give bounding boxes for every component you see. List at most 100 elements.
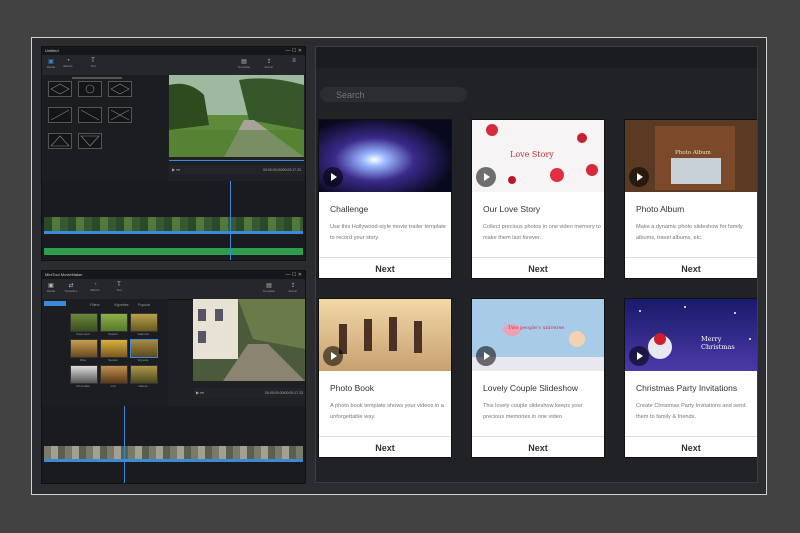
transition-dissolve[interactable]: [108, 81, 132, 97]
search-input[interactable]: [320, 87, 467, 102]
editor-window-bottom: MiniTool MovieMaker — ☐ ✕ ▣ Media ⇄ Transi…: [41, 270, 306, 484]
video-preview[interactable]: [169, 75, 304, 157]
template-description: Create Christmas Party Invitations and s…: [636, 403, 746, 420]
size-slider[interactable]: [72, 77, 122, 79]
filter-thumb[interactable]: [130, 313, 158, 332]
template-title: Our Love Story: [483, 204, 541, 214]
next-button[interactable]: Next: [472, 436, 604, 457]
window-title: MiniTool MovieMaker: [45, 272, 83, 277]
template-description: A photo book template shows your videos …: [330, 403, 444, 420]
popular-tab[interactable]: Popular: [138, 303, 150, 307]
window-controls[interactable]: — ☐ ✕: [286, 271, 302, 279]
play-icon[interactable]: [476, 346, 496, 366]
transition-dissolve3[interactable]: [78, 107, 102, 123]
text-tab[interactable]: T Text: [86, 58, 100, 68]
editor-toolbar: ▣ Media ⇄ Transition ◔ Effects T Text ▤ Templ…: [42, 279, 305, 300]
template-card-lovely-couple-slideshow[interactable]: Two people's universe Lovely Couple Slid…: [471, 298, 605, 458]
play-icon[interactable]: ▶: [172, 167, 175, 172]
skip-icon[interactable]: ⏭: [176, 167, 180, 172]
clip-selection-bar: [44, 459, 303, 462]
filter-thumb[interactable]: [70, 313, 98, 332]
window-controls[interactable]: — ☐ ✕: [286, 47, 302, 55]
filters-tab[interactable]: Filters: [90, 303, 100, 307]
play-icon[interactable]: [323, 167, 343, 187]
template-card-christmas-party-invitations[interactable]: Merry Christmas Christmas Party Invitati…: [624, 298, 757, 458]
template-panel: Challenge Use this Hollywood-style movie…: [315, 46, 758, 483]
menu-icon: ≡: [292, 58, 296, 64]
media-tab[interactable]: ▣ Media: [44, 58, 58, 69]
transition-dissolve4[interactable]: [108, 107, 132, 123]
template-card-our-love-story[interactable]: Love Story Our Love Story Collect precio…: [471, 119, 605, 279]
filter-thumb[interactable]: [130, 365, 158, 384]
template-title: Christmas Party Invitations: [636, 383, 738, 393]
transition-dissolve6[interactable]: [78, 133, 102, 149]
audio-track[interactable]: [44, 248, 303, 255]
play-icon[interactable]: [629, 167, 649, 187]
progress-bar[interactable]: [169, 160, 304, 161]
transition-fade[interactable]: [48, 81, 72, 97]
template-title: Photo Album: [636, 204, 685, 214]
template-card-photo-album[interactable]: Photo Album Photo Album Make a dynamic p…: [624, 119, 757, 279]
editor-toolbar: ▣ Media ◔ Effects T Text ▤ Template ⇪ Export …: [42, 55, 305, 76]
vignettes-tab[interactable]: Vignettes: [114, 303, 129, 307]
playhead[interactable]: [124, 406, 125, 483]
template-button[interactable]: ▤ Template: [237, 58, 251, 69]
template-description: This lovely couple slideshow keeps your …: [483, 403, 583, 420]
text-tab[interactable]: T Text: [112, 282, 126, 292]
export-button[interactable]: ⇪ Export: [262, 58, 276, 69]
template-description: Collect precious photos in one video mem…: [483, 224, 601, 241]
title-bar: Untitled — ☐ ✕: [42, 47, 305, 55]
video-track[interactable]: [44, 217, 303, 231]
template-description: Use this Hollywood-style movie trailer t…: [330, 224, 446, 241]
skip-icon[interactable]: ⏭: [200, 390, 204, 395]
next-button[interactable]: Next: [625, 436, 757, 457]
thumbnail-caption: Love Story: [510, 150, 554, 159]
media-tab[interactable]: ▣ Media: [44, 282, 58, 293]
thumbnail-caption: Two people's universe: [508, 325, 565, 331]
filter-thumb[interactable]: [70, 365, 98, 384]
template-card-photo-book[interactable]: Photo Book A photo book template shows y…: [318, 298, 452, 458]
template-button[interactable]: ▤ Template: [262, 282, 276, 293]
template-description: Make a dynamic photo slideshow for famil…: [636, 224, 743, 241]
menu-button[interactable]: ≡: [287, 58, 301, 64]
video-preview[interactable]: [193, 299, 305, 381]
timeline: [42, 181, 305, 260]
filter-thumb[interactable]: [100, 313, 128, 332]
effects-tab[interactable]: ◔ Effects: [88, 282, 102, 292]
template-title: Lovely Couple Slideshow: [483, 383, 578, 393]
timecode: 00:00:00.00/00:00:17.23: [265, 391, 303, 395]
play-icon[interactable]: ▶: [196, 390, 199, 395]
filter-thumb[interactable]: [100, 365, 128, 384]
template-title: Photo Book: [330, 383, 374, 393]
play-icon[interactable]: [323, 346, 343, 366]
transition-dissolve5[interactable]: [48, 133, 72, 149]
play-icon[interactable]: [629, 346, 649, 366]
player-controls: ▶ ⏭ 00:00:00.00/00:00:17.23: [193, 388, 305, 398]
next-button[interactable]: Next: [472, 257, 604, 278]
thumbnail-caption: Merry Christmas: [701, 335, 735, 351]
next-button[interactable]: Next: [319, 436, 451, 457]
category-selected[interactable]: [44, 301, 66, 306]
next-button[interactable]: Next: [625, 257, 757, 278]
play-icon[interactable]: [476, 167, 496, 187]
template-card-challenge[interactable]: Challenge Use this Hollywood-style movie…: [318, 119, 452, 279]
timecode: 00:00:00.00/00:00:17.23: [263, 168, 301, 172]
editor-window-top: Untitled — ☐ ✕ ▣ Media ◔ Effects T Text ▤ Te…: [41, 46, 306, 261]
panel-header: [316, 47, 757, 68]
transition-circle[interactable]: [78, 81, 102, 97]
clip-selection-bar: [44, 231, 303, 234]
playhead[interactable]: [230, 181, 231, 260]
video-track[interactable]: [44, 446, 303, 459]
transition-dissolve2[interactable]: [48, 107, 72, 123]
export-button[interactable]: ⇪ Export: [286, 282, 300, 293]
filter-thumb[interactable]: [100, 339, 128, 358]
template-title: Challenge: [330, 204, 369, 214]
filter-thumb-selected[interactable]: [130, 339, 158, 358]
title-bar: MiniTool MovieMaker — ☐ ✕: [42, 271, 305, 279]
window-title: Untitled: [45, 48, 59, 53]
effects-tab[interactable]: ◔ Effects: [61, 58, 75, 68]
thumbnail-caption: Photo Album: [675, 150, 711, 156]
transition-tab[interactable]: ⇄ Transition: [64, 282, 78, 293]
next-button[interactable]: Next: [319, 257, 451, 278]
filter-thumb[interactable]: [70, 339, 98, 358]
